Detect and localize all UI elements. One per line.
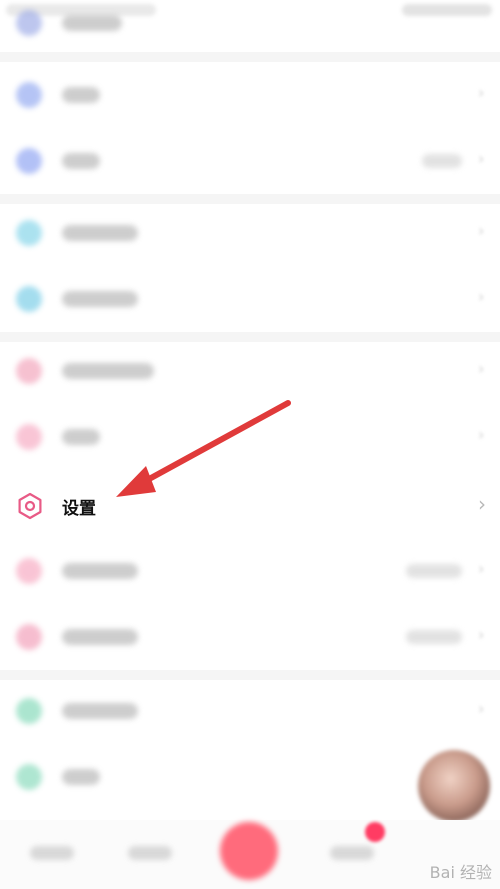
item-label-blurred	[62, 629, 138, 645]
item-label-blurred	[62, 225, 138, 241]
settings-list: › › › › › › 设置 › › › ›	[0, 0, 500, 889]
item-icon	[16, 286, 42, 312]
list-item[interactable]: ›	[0, 604, 500, 670]
list-item[interactable]: ›	[0, 62, 500, 128]
item-icon	[16, 82, 42, 108]
notification-badge	[365, 822, 385, 842]
item-label-blurred	[62, 153, 100, 169]
section-divider	[0, 52, 500, 62]
list-item[interactable]: ›	[0, 678, 500, 744]
chevron-right-icon: ›	[478, 149, 485, 168]
nav-tab-blurred[interactable]	[330, 846, 374, 860]
item-label-blurred	[62, 15, 122, 31]
item-icon	[16, 624, 42, 650]
settings-row[interactable]: 设置 ›	[0, 472, 500, 538]
item-icon	[16, 424, 42, 450]
floating-avatar[interactable]	[418, 750, 490, 822]
item-label-blurred	[62, 291, 138, 307]
chevron-right-icon: ›	[478, 492, 486, 516]
settings-hexagon-icon	[18, 492, 42, 520]
item-icon	[16, 148, 42, 174]
list-item[interactable]: ›	[0, 338, 500, 404]
item-icon	[16, 698, 42, 724]
chevron-right-icon: ›	[478, 625, 485, 644]
nav-tab-blurred[interactable]	[128, 846, 172, 860]
item-icon	[16, 10, 42, 36]
nav-tab-blurred[interactable]	[30, 846, 74, 860]
chevron-right-icon: ›	[478, 425, 485, 444]
list-item[interactable]: ›	[0, 538, 500, 604]
chevron-right-icon: ›	[478, 699, 485, 718]
watermark: Bai 经验	[429, 863, 492, 882]
chevron-right-icon: ›	[478, 559, 485, 578]
item-label-blurred	[62, 703, 138, 719]
item-label-blurred	[62, 363, 154, 379]
item-label-blurred	[62, 87, 100, 103]
list-item[interactable]: ›	[0, 404, 500, 470]
item-icon	[16, 558, 42, 584]
list-item[interactable]: ›	[0, 128, 500, 194]
center-action-button[interactable]	[220, 822, 278, 880]
settings-row-label: 设置	[62, 499, 96, 518]
list-item[interactable]: ›	[0, 200, 500, 266]
item-label-blurred	[62, 769, 100, 785]
list-item[interactable]: ›	[0, 266, 500, 332]
item-value-blurred	[422, 154, 462, 168]
chevron-right-icon: ›	[478, 221, 485, 240]
bottom-navigation-bar	[0, 820, 500, 889]
chevron-right-icon: ›	[478, 287, 485, 306]
chevron-right-icon: ›	[478, 83, 485, 102]
chevron-right-icon: ›	[478, 359, 485, 378]
item-icon	[16, 358, 42, 384]
list-item[interactable]	[0, 0, 500, 56]
item-value-blurred	[406, 564, 462, 578]
item-label-blurred	[62, 429, 100, 445]
item-value-blurred	[406, 630, 462, 644]
item-label-blurred	[62, 563, 138, 579]
item-icon	[16, 220, 42, 246]
item-icon	[16, 764, 42, 790]
